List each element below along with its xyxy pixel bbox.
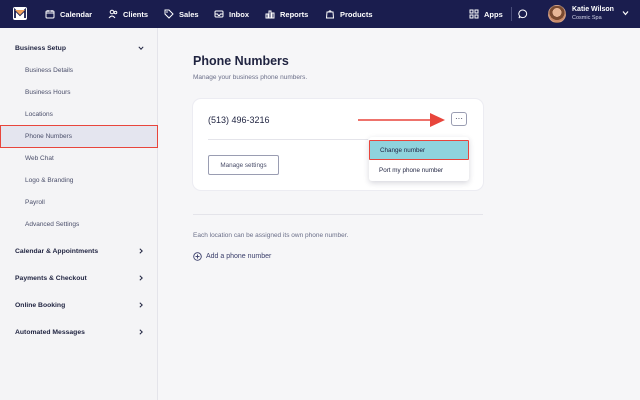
sidebar-item-business-hours[interactable]: Business Hours	[0, 84, 158, 100]
sidebar-item-label: Logo & Branding	[25, 176, 74, 184]
add-phone-number-link[interactable]: Add a phone number	[193, 252, 271, 261]
chevron-right-icon	[139, 302, 143, 308]
sidebar-item-label: Advanced Settings	[25, 220, 80, 228]
sidebar-section-calendar-appointments[interactable]: Calendar & Appointments	[0, 243, 158, 259]
sidebar-item-label: Locations	[25, 110, 53, 118]
chat-bubble-icon	[518, 9, 528, 19]
chevron-right-icon	[139, 275, 143, 281]
nav-clients[interactable]: Clients	[108, 0, 148, 28]
options-menu: Change number Port my phone number	[369, 137, 469, 181]
chevron-down-icon[interactable]	[622, 10, 629, 16]
sidebar-item-label: Phone Numbers	[25, 133, 72, 140]
sidebar-item-web-chat[interactable]: Web Chat	[0, 150, 158, 166]
chat-button[interactable]	[518, 0, 528, 28]
user-menu[interactable]: Katie Wilson Cosmic Spa	[548, 4, 614, 24]
page-title: Phone Numbers	[193, 54, 289, 68]
more-options-button[interactable]: ···	[451, 112, 467, 126]
user-name: Katie Wilson	[572, 6, 614, 13]
add-phone-number-label: Add a phone number	[206, 253, 272, 260]
chevron-right-icon	[139, 248, 143, 254]
bar-chart-icon	[265, 10, 275, 19]
apps-grid-icon	[469, 9, 479, 19]
sidebar-section-automated-messages[interactable]: Automated Messages	[0, 324, 158, 340]
tag-icon	[164, 9, 174, 19]
sidebar-item-phone-numbers[interactable]: Phone Numbers	[0, 125, 158, 148]
sidebar-section-online-booking[interactable]: Online Booking	[0, 297, 158, 313]
inbox-icon	[214, 10, 224, 18]
nav-products-label: Products	[340, 9, 373, 19]
sidebar-item-payroll[interactable]: Payroll	[0, 194, 158, 210]
nav-inbox-label: Inbox	[229, 9, 249, 19]
nav-calendar-label: Calendar	[60, 9, 93, 19]
plus-circle-icon	[193, 252, 202, 261]
info-text: Each location can be assigned its own ph…	[193, 232, 349, 239]
sidebar-item-advanced-settings[interactable]: Advanced Settings	[0, 216, 158, 232]
nav-reports[interactable]: Reports	[265, 0, 308, 28]
bag-icon	[325, 10, 335, 19]
nav-products[interactable]: Products	[325, 0, 373, 28]
sidebar-section-label: Online Booking	[15, 301, 66, 309]
nav-divider	[511, 7, 512, 21]
user-org: Cosmic Spa	[572, 15, 602, 21]
sidebar-section-payments-checkout[interactable]: Payments & Checkout	[0, 270, 158, 286]
annotation-arrow-icon	[358, 113, 445, 127]
page-subtitle: Manage your business phone numbers.	[193, 74, 308, 81]
manage-settings-button[interactable]: Manage settings	[208, 155, 279, 175]
sidebar-item-logo-branding[interactable]: Logo & Branding	[0, 172, 158, 188]
phone-number: (513) 496-3216	[208, 115, 270, 125]
sidebar-section-label: Calendar & Appointments	[15, 247, 99, 255]
calendar-icon	[45, 10, 55, 19]
sidebar-item-label: Payroll	[25, 198, 45, 206]
nav-reports-label: Reports	[280, 9, 309, 19]
clients-icon	[108, 9, 118, 19]
menu-item-label: Change number	[380, 146, 426, 154]
sidebar-item-label: Business Hours	[25, 88, 71, 96]
sidebar-item-label: Web Chat	[25, 154, 54, 162]
chevron-right-icon	[139, 329, 143, 335]
nav-clients-label: Clients	[123, 9, 149, 19]
sidebar-section-label: Automated Messages	[15, 328, 85, 336]
nav-sales[interactable]: Sales	[164, 0, 199, 28]
menu-item-change-number[interactable]: Change number	[369, 140, 469, 160]
card-divider	[208, 139, 368, 140]
avatar	[548, 5, 566, 23]
top-nav: Calendar Clients Sales Inbox Reports Pro…	[0, 0, 640, 28]
menu-item-label: Port my phone number	[379, 166, 444, 174]
nav-inbox[interactable]: Inbox	[214, 0, 249, 28]
chevron-down-icon	[138, 46, 144, 50]
nav-sales-label: Sales	[179, 9, 199, 19]
logo-icon[interactable]	[13, 7, 27, 20]
nav-apps-label: Apps	[484, 9, 503, 19]
sidebar-section-label: Business Setup	[15, 44, 66, 52]
sidebar-item-business-details[interactable]: Business Details	[0, 62, 158, 78]
sidebar-item-locations[interactable]: Locations	[0, 106, 158, 122]
nav-apps[interactable]: Apps	[469, 0, 503, 28]
sidebar-section-label: Payments & Checkout	[15, 274, 87, 282]
sidebar-section-business-setup[interactable]: Business Setup	[0, 40, 158, 56]
section-divider	[193, 214, 483, 215]
menu-item-port-number[interactable]: Port my phone number	[369, 160, 469, 180]
nav-calendar[interactable]: Calendar	[45, 0, 92, 28]
sidebar-item-label: Business Details	[25, 66, 74, 74]
